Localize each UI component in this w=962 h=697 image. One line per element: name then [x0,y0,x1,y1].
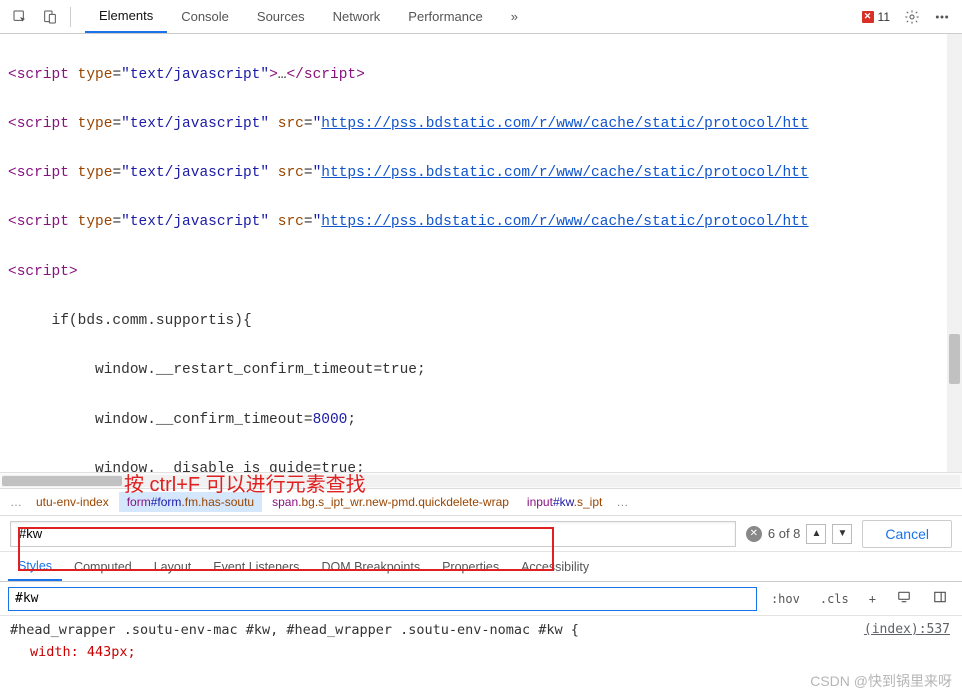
cls-toggle[interactable]: .cls [814,590,855,608]
tab-performance[interactable]: Performance [394,0,496,33]
rule-source-link[interactable]: (index):537 [864,620,950,641]
styles-tab-properties[interactable]: Properties [432,554,509,580]
css-rule[interactable]: (index):537 #head_wrapper .soutu-env-mac… [0,616,962,667]
rule-property[interactable]: width: 443px; [30,644,136,660]
styles-tab-styles[interactable]: Styles [8,553,62,581]
error-badge[interactable]: ✕ 11 [856,8,896,26]
cancel-button[interactable]: Cancel [862,520,952,548]
hov-toggle[interactable]: :hov [765,590,806,608]
error-count: 11 [878,10,890,24]
styles-tab-layout[interactable]: Layout [144,554,202,580]
find-prev-button[interactable]: ▲ [806,524,826,544]
rule-selector: #head_wrapper .soutu-env-mac #kw, #head_… [10,620,952,642]
toggle-sidebar-icon[interactable] [926,588,954,609]
clear-icon[interactable]: ✕ [746,526,762,542]
watermark: CSDN @快到锅里来呀 [810,671,952,691]
find-count: 6 of 8 [768,526,801,541]
error-icon: ✕ [862,11,874,23]
styles-pane-tabs: Styles Computed Layout Event Listeners D… [0,552,962,582]
styles-tab-accessibility[interactable]: Accessibility [511,554,599,580]
inspect-icon[interactable] [6,3,34,31]
device-view-icon[interactable] [890,588,918,609]
gear-icon[interactable] [898,3,926,31]
breadcrumb-item[interactable]: input#kw.s_ipt [519,492,610,512]
annotation-text: 按 ctrl+F 可以进行元素查找 [124,468,366,497]
styles-filter-row: :hov .cls + [0,582,962,616]
breadcrumb-overflow-left[interactable]: … [6,495,26,509]
breadcrumb-overflow-right[interactable]: … [612,495,632,509]
panel-tabs: Elements Console Sources Network Perform… [85,0,532,33]
find-input[interactable] [10,521,736,547]
devtools-toolbar: Elements Console Sources Network Perform… [0,0,962,34]
divider [70,7,71,27]
vertical-scrollbar[interactable] [947,34,962,472]
styles-tab-dom-breakpoints[interactable]: DOM Breakpoints [311,554,430,580]
styles-filter-input[interactable] [8,587,757,611]
device-toggle-icon[interactable] [36,3,64,31]
new-rule-button[interactable]: + [863,590,882,608]
find-next-button[interactable]: ▼ [832,524,852,544]
tab-console[interactable]: Console [167,0,243,33]
styles-tab-computed[interactable]: Computed [64,554,142,580]
more-icon[interactable] [928,3,956,31]
tabs-overflow-icon[interactable]: » [497,0,532,33]
styles-tab-event-listeners[interactable]: Event Listeners [203,554,309,580]
tab-sources[interactable]: Sources [243,0,319,33]
find-bar: ✕ 6 of 8 ▲ ▼ Cancel [0,516,962,552]
tab-elements[interactable]: Elements [85,0,167,33]
elements-source-panel[interactable]: <script type="text/javascript">…</script… [0,34,962,472]
breadcrumb-item[interactable]: utu-env-index [28,492,117,512]
tab-network[interactable]: Network [319,0,395,33]
